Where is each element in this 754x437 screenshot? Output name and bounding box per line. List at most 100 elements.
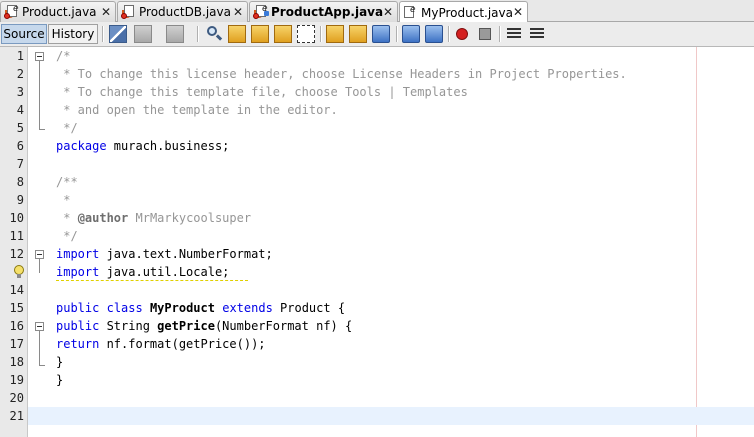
toolbar-separator <box>102 26 104 42</box>
lightbulb-hint-icon[interactable] <box>14 265 24 279</box>
find-icon[interactable] <box>205 25 223 43</box>
code-text: java.util.Locale; <box>99 265 230 279</box>
fold-end <box>39 365 45 366</box>
back-icon[interactable] <box>134 25 152 43</box>
toggle-highlight-icon[interactable] <box>274 25 292 43</box>
tab-label: MyProduct.java <box>421 5 513 20</box>
shift-left-icon[interactable] <box>402 25 420 43</box>
close-icon[interactable]: ✕ <box>513 5 523 19</box>
tab-label: Product.java <box>22 5 97 19</box>
code-line-10: * @author MrMarkycoolsuper <box>56 209 251 227</box>
keyword: class <box>106 301 143 315</box>
line-number: 6 <box>16 139 24 153</box>
java-main-class-error-icon: e <box>252 4 270 20</box>
line-number: 10 <box>9 211 24 225</box>
tab-label: ProductApp.java <box>271 5 384 19</box>
tab-product-java[interactable]: e Product.java ✕ <box>0 1 116 22</box>
class-name: MyProduct <box>149 301 215 315</box>
tab-productdb-java[interactable]: ProductDB.java ✕ <box>117 1 248 22</box>
line-number: 3 <box>16 85 24 99</box>
line-number: 9 <box>16 193 24 207</box>
code-line-12: import java.text.NumberFormat; <box>56 245 273 263</box>
code-text: (NumberFormat nf) { <box>214 319 353 333</box>
close-icon[interactable]: ✕ <box>383 5 393 19</box>
keyword: import <box>56 265 100 279</box>
keyword: import <box>56 247 100 261</box>
source-toggle-button[interactable]: Source <box>1 24 47 44</box>
fold-collapse-icon[interactable] <box>35 322 44 331</box>
line-number: 8 <box>16 175 24 189</box>
javadoc-tag: @author <box>77 211 129 225</box>
code-text: Product { <box>272 301 346 315</box>
uncomment-icon[interactable] <box>530 28 544 40</box>
editor-toolbar: Source History <box>0 22 754 47</box>
java-file-error-icon: e <box>3 4 21 20</box>
stop-macro-recording-icon[interactable] <box>476 25 494 43</box>
keyword: return <box>56 337 100 351</box>
line-number: 19 <box>9 373 24 387</box>
previous-bookmark-icon[interactable] <box>326 25 344 43</box>
code-text: String <box>99 319 158 333</box>
last-edit-icon[interactable] <box>109 25 127 43</box>
toolbar-separator <box>396 26 398 42</box>
editor-tab-bar: e Product.java ✕ ProductDB.java ✕ e Prod… <box>0 0 754 23</box>
code-line-17: return nf.format(getPrice()); <box>56 335 266 353</box>
shift-right-icon[interactable] <box>425 25 443 43</box>
fold-collapse-icon[interactable] <box>35 52 44 61</box>
tab-myproduct-java[interactable]: e MyProduct.java ✕ <box>399 1 528 23</box>
fold-guide <box>39 61 40 129</box>
code-text: nf.format(getPrice()); <box>99 337 266 351</box>
toolbar-separator <box>499 26 501 42</box>
forward-icon[interactable] <box>166 25 184 43</box>
toolbar-separator <box>197 26 199 42</box>
toggle-bookmark-icon[interactable] <box>372 25 390 43</box>
fold-collapse-icon[interactable] <box>35 250 44 259</box>
line-number: 17 <box>9 337 24 351</box>
line-number: 2 <box>16 67 24 81</box>
code-line-19: } <box>56 373 64 387</box>
keyword: package <box>56 139 107 153</box>
line-number: 16 <box>9 319 24 333</box>
tab-label: ProductDB.java <box>139 5 231 19</box>
line-number: 14 <box>9 283 24 297</box>
code-text: java.text.NumberFormat; <box>99 247 273 261</box>
comment-icon[interactable] <box>507 28 521 40</box>
tab-productapp-java[interactable]: e ProductApp.java ✕ <box>249 1 398 22</box>
fold-end <box>39 129 45 130</box>
line-number: 4 <box>16 103 24 117</box>
close-icon[interactable]: ✕ <box>101 5 111 19</box>
close-icon[interactable]: ✕ <box>233 5 243 19</box>
line-number: 7 <box>16 157 24 171</box>
keyword: extends <box>222 301 273 315</box>
code-text: * <box>56 211 78 225</box>
method-name: getPrice <box>157 319 215 333</box>
line-number: 18 <box>9 355 24 369</box>
code-editor[interactable]: 1 2 3 4 5 6 7 8 9 10 11 12 14 15 16 17 1… <box>0 47 754 437</box>
toggle-rectangular-selection-icon[interactable] <box>297 25 315 43</box>
code-line-11: */ <box>56 229 78 243</box>
code-line-16: public String getPrice(NumberFormat nf) … <box>56 317 352 335</box>
toolbar-separator <box>320 26 322 42</box>
right-margin-guide <box>696 47 697 437</box>
code-line-2: * To change this license header, choose … <box>56 67 627 81</box>
code-line-5: */ <box>56 121 78 135</box>
find-previous-icon[interactable] <box>228 25 246 43</box>
line-number: 20 <box>9 391 24 405</box>
line-number: 11 <box>9 229 24 243</box>
code-text: murach.business; <box>106 139 230 153</box>
current-line-highlight <box>28 407 754 425</box>
line-number: 5 <box>16 121 24 135</box>
code-line-3: * To change this template file, choose T… <box>56 85 468 99</box>
find-next-icon[interactable] <box>251 25 269 43</box>
code-line-8: /** <box>56 175 78 189</box>
history-toggle-button[interactable]: History <box>48 24 98 44</box>
java-file-icon: e <box>402 5 420 21</box>
fold-guide <box>39 331 40 365</box>
unused-import-warning-underline <box>56 279 248 281</box>
line-number: 1 <box>16 49 24 63</box>
code-line-15: public class MyProduct extends Product { <box>56 299 345 317</box>
code-line-6: package murach.business; <box>56 137 229 155</box>
next-bookmark-icon[interactable] <box>349 25 367 43</box>
start-macro-recording-icon[interactable] <box>453 25 471 43</box>
code-text: MrMarkycoolsuper <box>128 211 252 225</box>
